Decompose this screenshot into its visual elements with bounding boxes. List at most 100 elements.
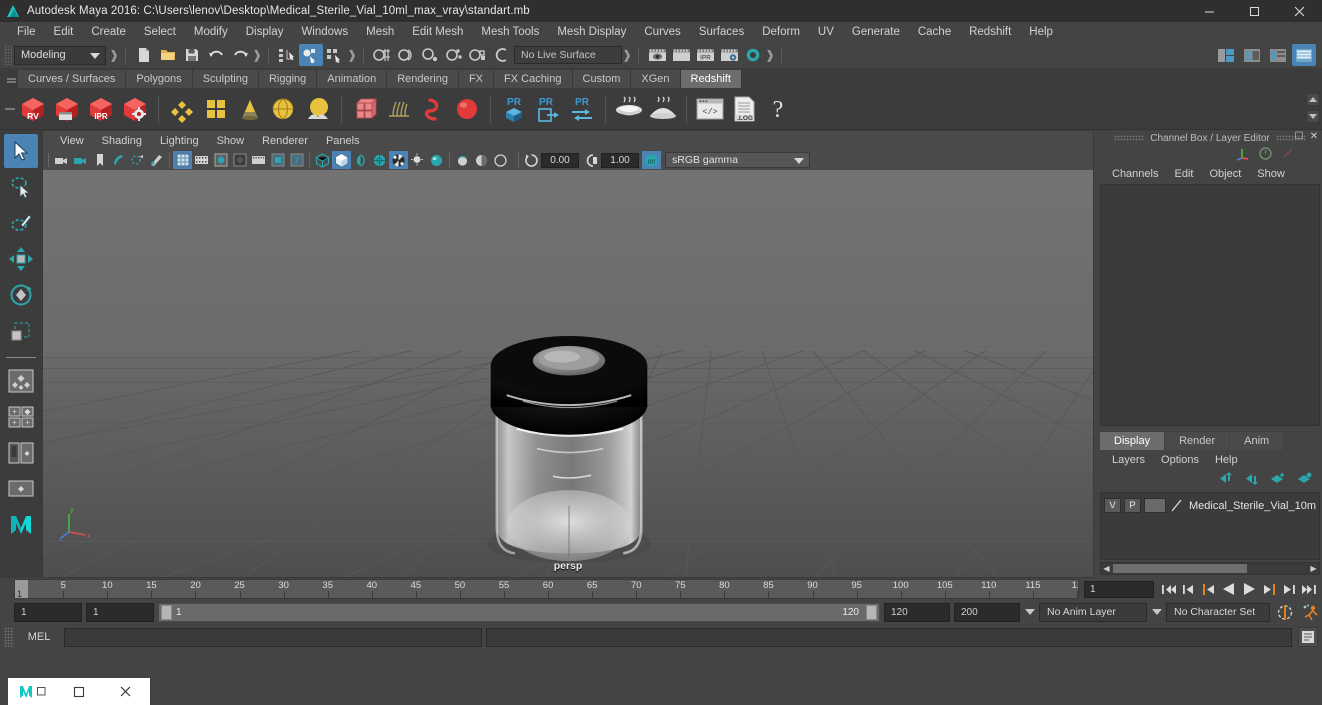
xray-text-icon[interactable]: T xyxy=(287,151,306,169)
redshift-log-icon[interactable]: .LOG xyxy=(727,92,761,126)
single-perspective-layout-icon[interactable] xyxy=(4,364,38,398)
select-by-component-icon[interactable] xyxy=(323,44,347,66)
status-line-grip[interactable] xyxy=(4,45,12,65)
menu-surfaces[interactable]: Surfaces xyxy=(690,22,753,42)
time-slider[interactable]: 1 5 10 15 20 25 30 35 40 45 50 55 60 65 70 75 80 85 90 95 1… xyxy=(14,579,1079,599)
menu-curves[interactable]: Curves xyxy=(635,22,689,42)
layer-color-icon[interactable] xyxy=(1169,498,1183,513)
collapse-section-icon-1[interactable]: ❱ xyxy=(109,48,119,62)
shelf-tab-xgen[interactable]: XGen xyxy=(631,70,681,88)
auto-keyframe-icon[interactable] xyxy=(1274,602,1296,622)
channel-box-menu-object[interactable]: Object xyxy=(1201,165,1249,183)
make-live-icon[interactable] xyxy=(490,44,514,66)
anim-layer-icon[interactable] xyxy=(1258,146,1273,164)
menu-cache[interactable]: Cache xyxy=(909,22,960,42)
render-sequence-icon[interactable] xyxy=(669,44,693,66)
redshift-pr-export-icon[interactable]: PR xyxy=(531,92,565,126)
hypershade-icon[interactable] xyxy=(741,44,765,66)
tab-display[interactable]: Display xyxy=(1100,432,1165,450)
shelf-grip[interactable] xyxy=(4,94,16,124)
command-output[interactable] xyxy=(486,627,1292,647)
command-line-grip[interactable] xyxy=(4,627,14,647)
live-surface-field[interactable]: No Live Surface xyxy=(514,46,622,64)
shelf-tab-fx-caching[interactable]: FX Caching xyxy=(494,70,573,88)
snap-to-grid-icon[interactable] xyxy=(370,44,394,66)
menu-modify[interactable]: Modify xyxy=(185,22,237,42)
layer-visibility-toggle[interactable]: V xyxy=(1104,498,1121,513)
redshift-curve-icon[interactable] xyxy=(416,92,450,126)
viewport-menu-view[interactable]: View xyxy=(51,132,93,150)
channel-box-menu-edit[interactable]: Edit xyxy=(1166,165,1201,183)
menu-set-selector[interactable]: Modeling xyxy=(14,45,106,65)
channel-box-icon[interactable] xyxy=(1292,44,1316,66)
command-input[interactable] xyxy=(64,627,482,647)
isolate-select-icon[interactable] xyxy=(472,151,491,169)
layer-list-scrollbar[interactable]: ◀ ▶ xyxy=(1100,562,1320,575)
gamma-icon[interactable] xyxy=(582,151,601,169)
redshift-script-editor-icon[interactable]: </> xyxy=(693,92,727,126)
new-layer-icon[interactable] xyxy=(1269,472,1285,488)
shelf-tab-rigging[interactable]: Rigging xyxy=(258,70,318,88)
layer-list[interactable]: V P Medical_Sterile_Vial_10m xyxy=(1100,492,1320,560)
two-pane-layout-icon[interactable] xyxy=(4,472,38,506)
menu-windows[interactable]: Windows xyxy=(292,22,357,42)
anim-end-field[interactable]: 200 xyxy=(954,602,1020,622)
ipr-render-icon[interactable]: IPR xyxy=(693,44,717,66)
select-by-hierarchy-icon[interactable] xyxy=(275,44,299,66)
anim-start-field[interactable]: 1 xyxy=(14,602,82,622)
render-view-icon[interactable] xyxy=(645,44,669,66)
snap-to-point-icon[interactable] xyxy=(418,44,442,66)
grid-icon[interactable] xyxy=(173,151,192,169)
shadows-icon[interactable] xyxy=(408,151,427,169)
viewport-menu-shading[interactable]: Shading xyxy=(93,132,151,150)
play-forwards-icon[interactable] xyxy=(1239,580,1258,599)
tab-render[interactable]: Render xyxy=(1165,432,1230,450)
snap-to-view-plane-icon[interactable] xyxy=(466,44,490,66)
menu-mesh-tools[interactable]: Mesh Tools xyxy=(472,22,548,42)
xray-joints-icon[interactable] xyxy=(268,151,287,169)
motion-blur-icon[interactable] xyxy=(453,151,472,169)
redshift-sphere-icon[interactable] xyxy=(450,92,484,126)
redshift-render-view-icon[interactable]: RV xyxy=(16,92,50,126)
menu-generate[interactable]: Generate xyxy=(843,22,909,42)
viewport-menu-show[interactable]: Show xyxy=(208,132,254,150)
menu-file[interactable]: File xyxy=(8,22,45,42)
close-window-icon[interactable] xyxy=(102,678,148,705)
redshift-proxy-cube-icon[interactable] xyxy=(348,92,382,126)
tool-settings-icon[interactable] xyxy=(1266,44,1290,66)
tab-anim[interactable]: Anim xyxy=(1230,432,1284,450)
grease-pencil-icon[interactable] xyxy=(147,151,166,169)
persp-outliner-layout-icon[interactable] xyxy=(4,436,38,470)
menu-deform[interactable]: Deform xyxy=(753,22,809,42)
redshift-render-settings-icon[interactable] xyxy=(118,92,152,126)
attribute-editor-icon[interactable] xyxy=(1240,44,1264,66)
layer-row[interactable]: V P Medical_Sterile_Vial_10m xyxy=(1104,497,1316,514)
exposure-field[interactable]: 0.00 xyxy=(541,152,579,168)
redshift-bake-all-icon[interactable] xyxy=(646,92,680,126)
layer-playback-toggle[interactable]: P xyxy=(1124,498,1141,513)
undock-icon[interactable]: ☐ xyxy=(1293,131,1305,142)
menu-redshift[interactable]: Redshift xyxy=(960,22,1020,42)
redshift-material-icon[interactable] xyxy=(165,92,199,126)
redshift-render-sequence-icon[interactable] xyxy=(50,92,84,126)
bookmark-icon[interactable] xyxy=(90,151,109,169)
lighting-icon[interactable] xyxy=(389,151,408,169)
paint-select-tool[interactable] xyxy=(4,206,38,240)
close-icon[interactable] xyxy=(1277,0,1322,22)
image-plane-icon[interactable] xyxy=(109,151,128,169)
new-scene-icon[interactable] xyxy=(132,44,156,66)
anim-layer-chevron-down-icon[interactable] xyxy=(1024,603,1035,622)
two-d-pan-zoom-icon[interactable] xyxy=(128,151,147,169)
redshift-bake-icon[interactable] xyxy=(612,92,646,126)
viewport-menu-lighting[interactable]: Lighting xyxy=(151,132,208,150)
command-language-label[interactable]: MEL xyxy=(18,631,60,643)
scroll-right-icon[interactable]: ▶ xyxy=(1308,564,1319,573)
viewport-menu-panels[interactable]: Panels xyxy=(317,132,369,150)
collapse-section-icon-4[interactable]: ❱ xyxy=(622,48,632,62)
redshift-tiles-icon[interactable] xyxy=(199,92,233,126)
range-slider[interactable]: 1 120 xyxy=(158,602,880,622)
shelf-scroll-up-icon[interactable] xyxy=(1306,93,1320,106)
lasso-select-tool[interactable] xyxy=(4,170,38,204)
shelf-tab-animation[interactable]: Animation xyxy=(317,70,388,88)
step-back-frame-icon[interactable] xyxy=(1199,580,1218,599)
